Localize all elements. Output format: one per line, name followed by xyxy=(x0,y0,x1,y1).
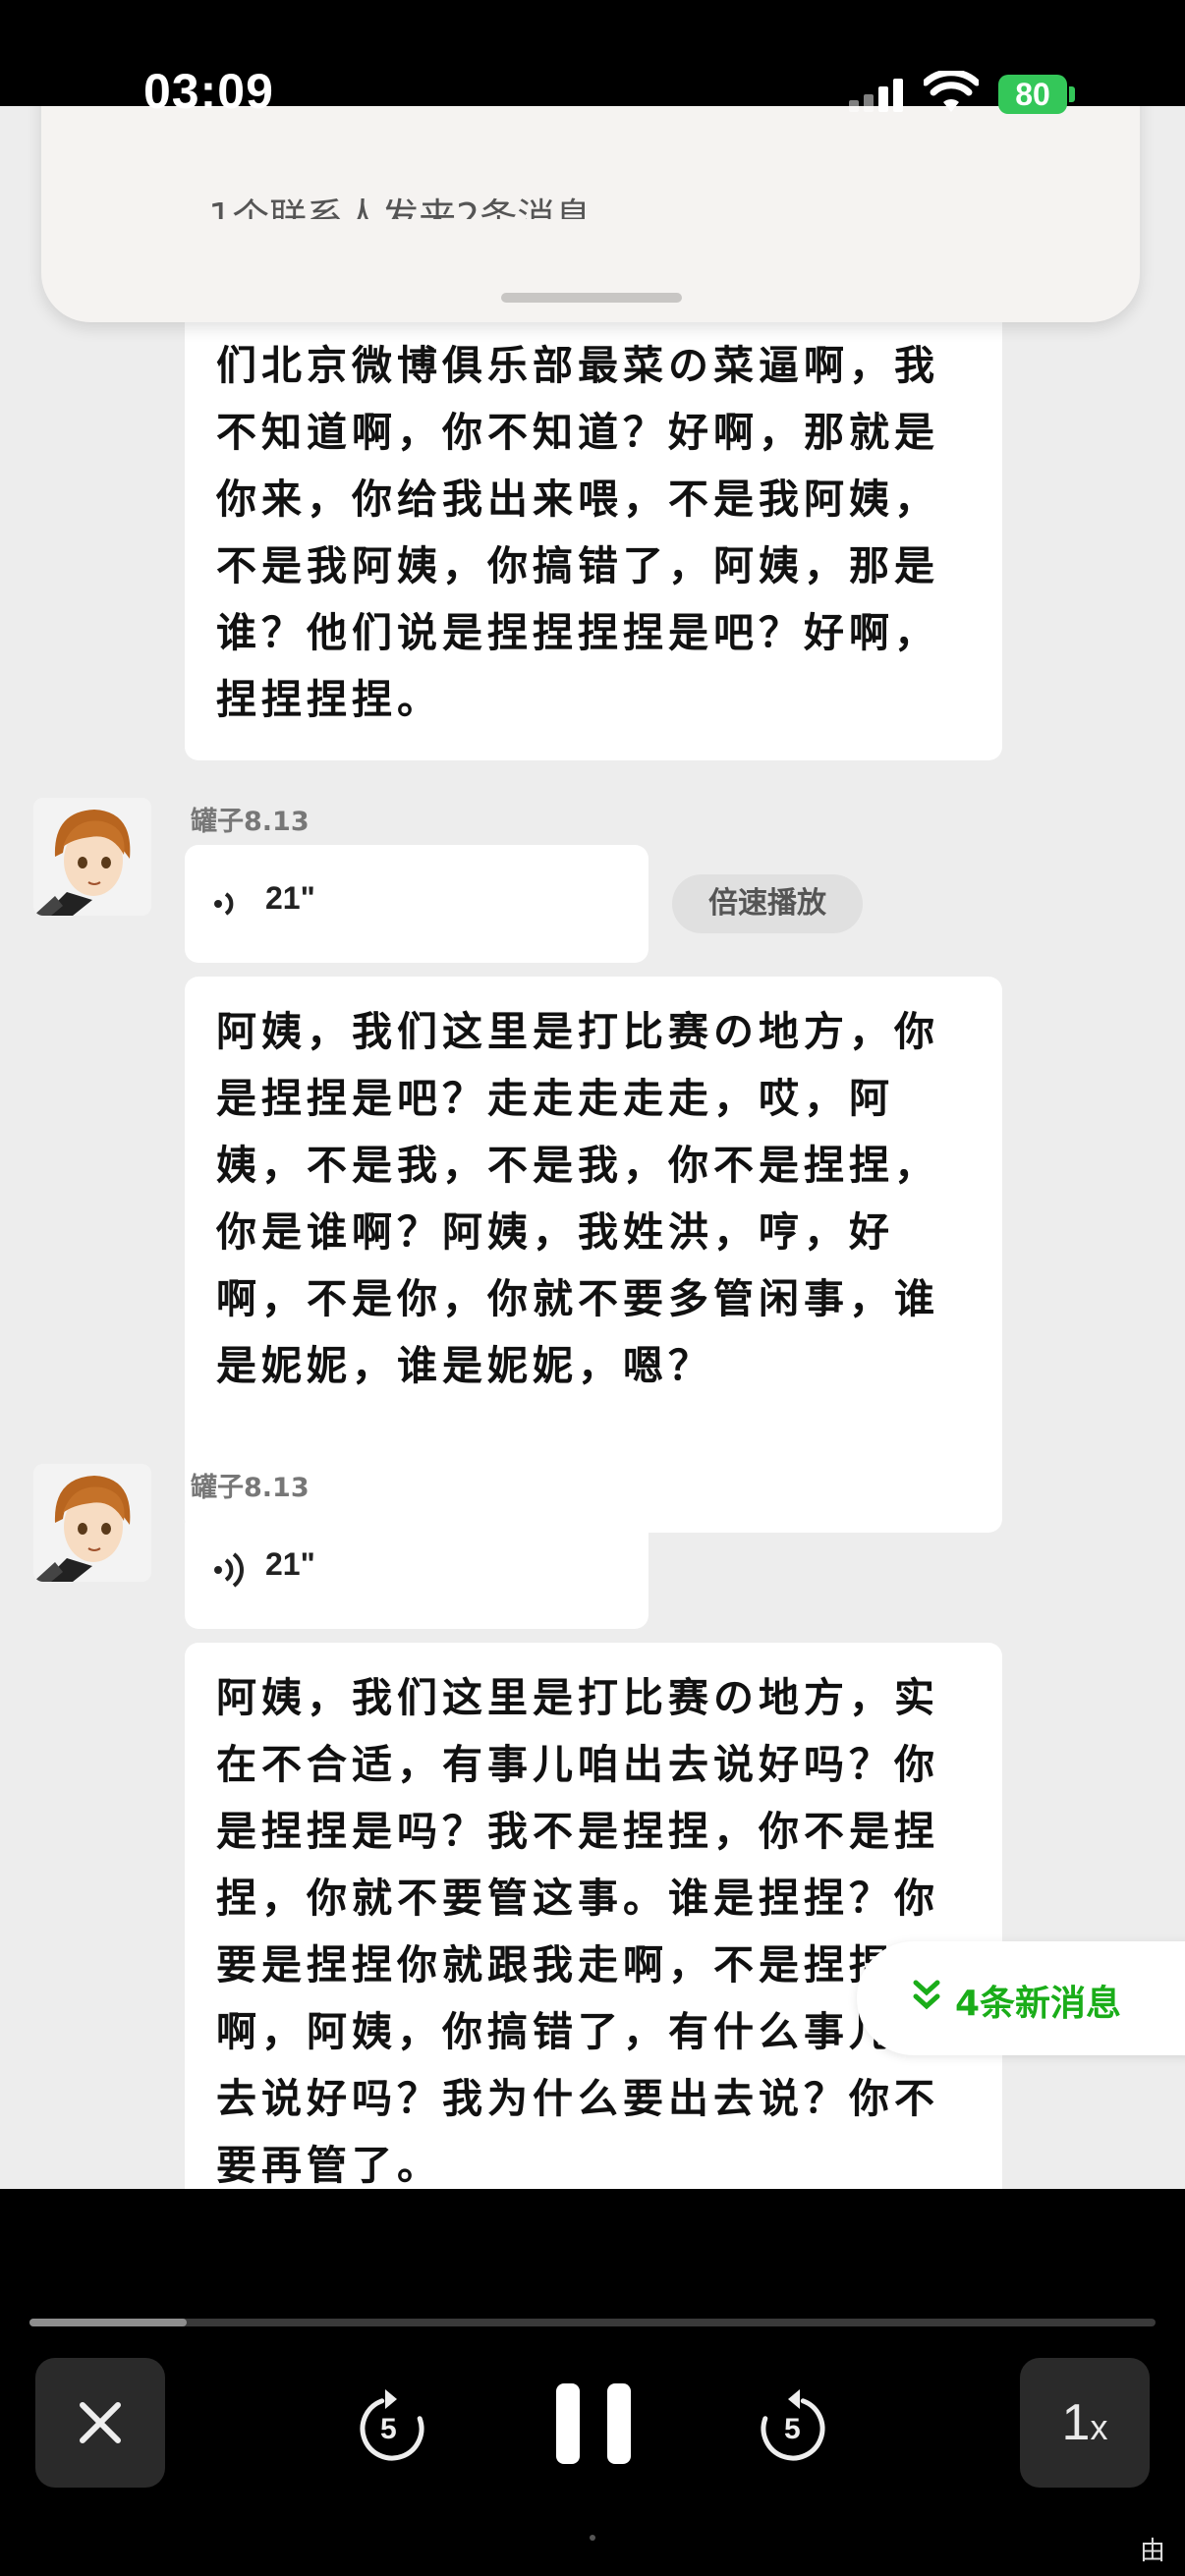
anime-avatar-icon xyxy=(33,798,151,916)
anime-avatar-icon xyxy=(33,1464,151,1582)
message-text: 阿姨，我们这里是打比赛の地方，你是捏捏是吧？走走走走走，哎，阿姨，不是我，不是我… xyxy=(216,1008,939,1389)
pause-button[interactable] xyxy=(554,2380,633,2468)
playback-speed-button[interactable]: 倍速播放 xyxy=(672,874,863,933)
close-button[interactable] xyxy=(35,2358,165,2488)
wifi-icon xyxy=(924,71,979,112)
status-time: 03:09 xyxy=(143,64,274,119)
voice-wave-icon xyxy=(214,1552,244,1588)
notification-drag-handle[interactable] xyxy=(501,293,682,303)
battery-indicator: 80 xyxy=(998,75,1067,114)
battery-level: 80 xyxy=(1015,77,1050,112)
corner-caption: 由 xyxy=(1140,2537,1166,2566)
cellular-signal-icon xyxy=(849,79,908,112)
status-bar: 03:09 80 xyxy=(0,0,1185,119)
skip-back-seconds: 5 xyxy=(380,2413,397,2445)
speed-value: 1 xyxy=(1061,2394,1091,2451)
skip-forward-button[interactable]: 5 xyxy=(757,2385,829,2464)
notification-text: 1个联系人发来2条消息 xyxy=(208,196,592,239)
new-messages-button[interactable]: 4条新消息 xyxy=(857,1941,1185,2055)
close-icon xyxy=(80,2402,121,2443)
progress-fill xyxy=(29,2319,188,2326)
speed-suffix: x xyxy=(1090,2407,1108,2447)
avatar[interactable] xyxy=(33,1464,151,1582)
progress-bar[interactable] xyxy=(29,2319,1156,2326)
new-messages-label: 4条新消息 xyxy=(955,1984,1122,2024)
skip-forward-seconds: 5 xyxy=(784,2413,801,2445)
voice-wave-icon xyxy=(214,892,234,916)
notification-banner[interactable]: 1个联系人发来2条消息 xyxy=(41,106,1140,322)
double-chevron-down-icon xyxy=(913,1980,940,2010)
chat-area[interactable]: 1个联系人发来2条消息 嗯，阿姨，你找谁找菜逼啊？我找你们北京微博俱乐部最菜の菜… xyxy=(0,106,1185,2189)
message-text: 阿姨，我们这里是打比赛の地方，实在不合适，有事儿咱出去说好吗？你是捏捏是吗？我不… xyxy=(216,1674,939,2189)
voice-message[interactable]: 21" xyxy=(185,845,649,963)
skip-back-button[interactable]: 5 xyxy=(356,2385,428,2464)
message-bubble[interactable]: 阿姨，我们这里是打比赛の地方，实在不合适，有事儿咱出去说好吗？你是捏捏是吗？我不… xyxy=(185,1643,1002,2189)
speed-label: 1x xyxy=(1020,2393,1150,2452)
voice-duration: 21" xyxy=(265,1546,315,1582)
home-indicator xyxy=(590,2535,595,2541)
avatar[interactable] xyxy=(33,798,151,916)
pause-icon xyxy=(556,2383,631,2464)
message-bubble[interactable]: 阿姨，我们这里是打比赛の地方，你是捏捏是吧？走走走走走，哎，阿姨，不是我，不是我… xyxy=(185,977,1002,1533)
sender-name: 罐子8.13 xyxy=(191,807,310,837)
voice-message[interactable]: 21" xyxy=(185,1511,649,1629)
battery-nub xyxy=(1069,86,1075,102)
video-player-controls: 5 5 1x xyxy=(0,2189,1185,2576)
sender-name: 罐子8.13 xyxy=(191,1473,310,1503)
voice-duration: 21" xyxy=(265,880,315,916)
playback-speed-control[interactable]: 1x xyxy=(1020,2358,1150,2488)
message-text: 嗯，阿姨，你找谁找菜逼啊？我找你们北京微博俱乐部最菜の菜逼啊，我不知道啊，你不知… xyxy=(216,275,939,723)
